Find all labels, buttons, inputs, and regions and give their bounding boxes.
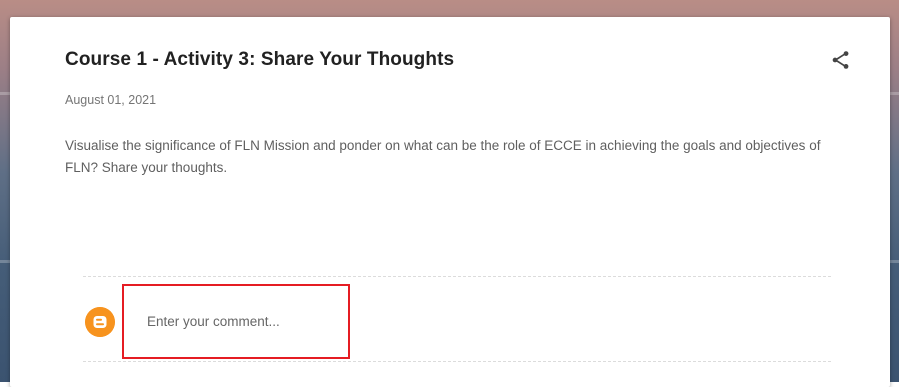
- post-title: Course 1 - Activity 3: Share Your Though…: [65, 49, 455, 70]
- comment-divider-top: [83, 276, 831, 277]
- comment-divider-bottom: [83, 361, 831, 362]
- post-date: August 01, 2021: [65, 93, 157, 107]
- share-icon[interactable]: [830, 49, 852, 71]
- comment-input[interactable]: [147, 311, 337, 331]
- blogger-icon: [85, 307, 115, 337]
- post-body: Visualise the significance of FLN Missio…: [65, 138, 821, 175]
- post-card: Course 1 - Activity 3: Share Your Though…: [10, 17, 890, 387]
